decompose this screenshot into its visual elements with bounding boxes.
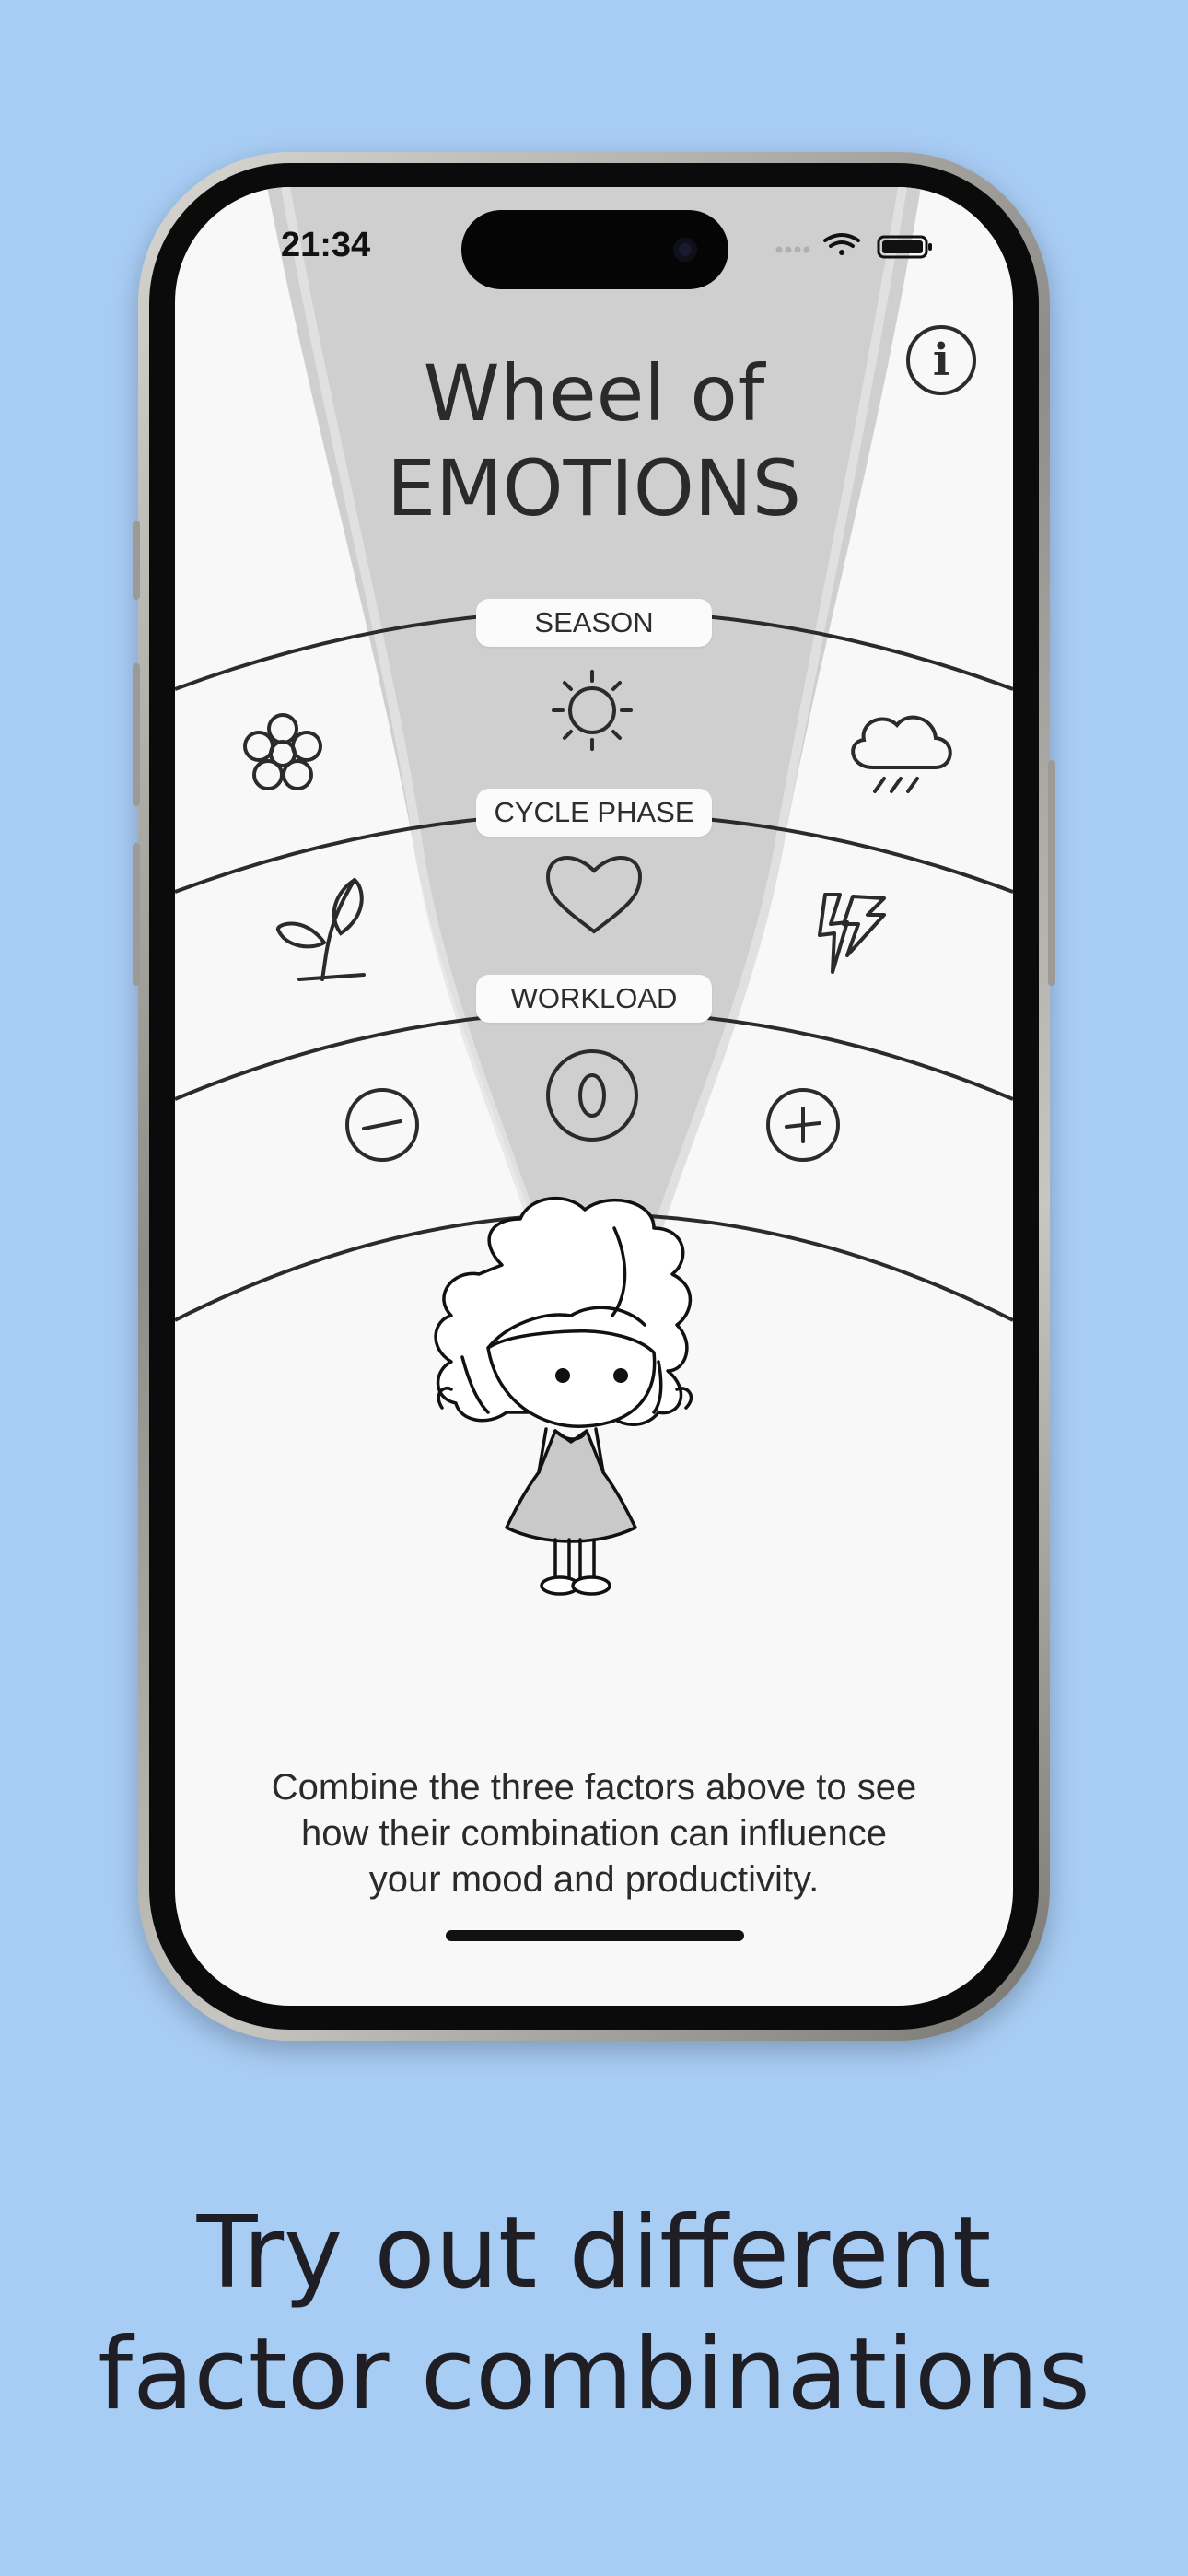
status-icons [775, 233, 932, 259]
workload-label[interactable]: WORKLOAD [476, 975, 712, 1023]
action-button [133, 521, 140, 600]
volume-down-button [133, 843, 140, 986]
minus-icon [345, 1088, 419, 1162]
home-indicator[interactable] [446, 1930, 744, 1941]
plus-icon [766, 1088, 840, 1162]
rain-cloud-icon [851, 715, 952, 793]
caption-line3: your mood and productivity. [368, 1859, 820, 1900]
battery-icon [877, 235, 932, 259]
tagline-line1: Try out different [196, 2195, 992, 2311]
girl-illustration [434, 1196, 693, 1596]
cycle-phase-label[interactable]: CYCLE PHASE [476, 789, 712, 837]
app-screen: 21:34 i Wheel of EMOTIONS SEASON CYCLE P… [175, 187, 1013, 2006]
camera-icon [673, 238, 697, 262]
flower-icon [243, 713, 322, 790]
marketing-tagline: Try out different factor combinations [0, 2193, 1188, 2436]
signal-icon [775, 246, 810, 253]
volume-up-button [133, 663, 140, 806]
power-button [1048, 760, 1055, 986]
season-label[interactable]: SEASON [476, 599, 712, 647]
app-title-line1: Wheel of [423, 348, 765, 439]
status-time: 21:34 [281, 226, 371, 264]
caption-line1: Combine the three factors above to see [271, 1767, 917, 1808]
dynamic-island [461, 210, 728, 289]
sprout-icon [276, 877, 366, 981]
tagline-line2: factor combinations [98, 2317, 1090, 2432]
caption-line2: how their combination can influence [301, 1813, 887, 1854]
wifi-icon [823, 233, 860, 255]
app-title-line2: EMOTIONS [386, 443, 802, 533]
caption: Combine the three factors above to see h… [230, 1764, 958, 1903]
lightning-icon [818, 893, 886, 974]
